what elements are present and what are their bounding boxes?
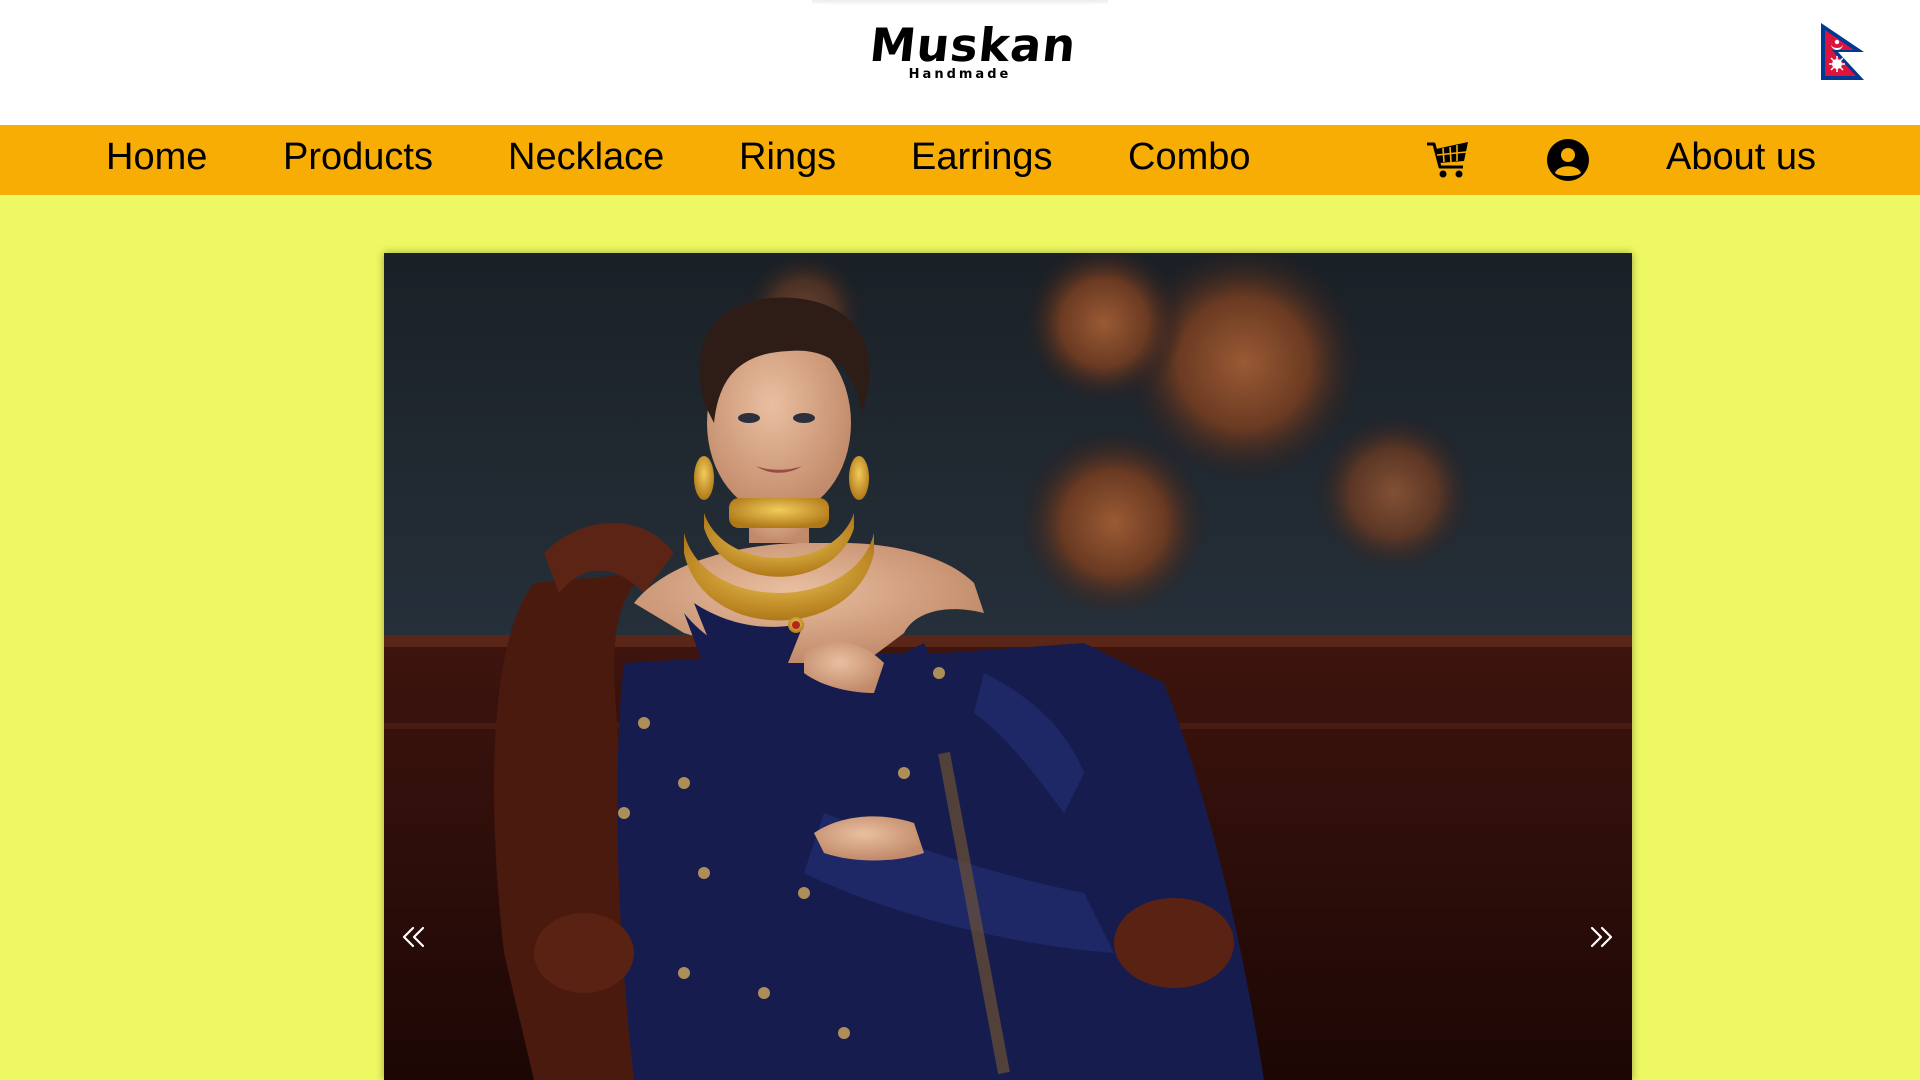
main-navbar: Home Products Necklace Rings Earrings Co…: [0, 125, 1920, 195]
user-account-icon[interactable]: [1544, 125, 1592, 195]
nav-combo[interactable]: Combo: [1128, 125, 1251, 195]
nepal-flag-icon[interactable]: [1818, 20, 1870, 84]
nav-rings[interactable]: Rings: [739, 125, 836, 195]
nav-earrings[interactable]: Earrings: [911, 125, 1053, 195]
site-header: Muskan Handmade: [0, 0, 1920, 125]
hero-slider: [384, 253, 1632, 1080]
logo-title: Muskan: [867, 18, 1080, 72]
slider-next-button[interactable]: [1577, 913, 1625, 961]
shopping-cart-icon[interactable]: [1424, 125, 1472, 195]
logo[interactable]: Muskan Handmade: [867, 18, 1080, 86]
slide-image: [384, 253, 1632, 1080]
double-chevron-right-icon: [1590, 926, 1613, 948]
nav-necklace[interactable]: Necklace: [508, 125, 664, 195]
slider-prev-button[interactable]: [390, 913, 438, 961]
nav-products[interactable]: Products: [283, 125, 433, 195]
header-shade: [812, 0, 1108, 6]
nav-about-us[interactable]: About us: [1666, 125, 1816, 195]
double-chevron-left-icon: [402, 926, 425, 948]
nav-home[interactable]: Home: [106, 125, 207, 195]
